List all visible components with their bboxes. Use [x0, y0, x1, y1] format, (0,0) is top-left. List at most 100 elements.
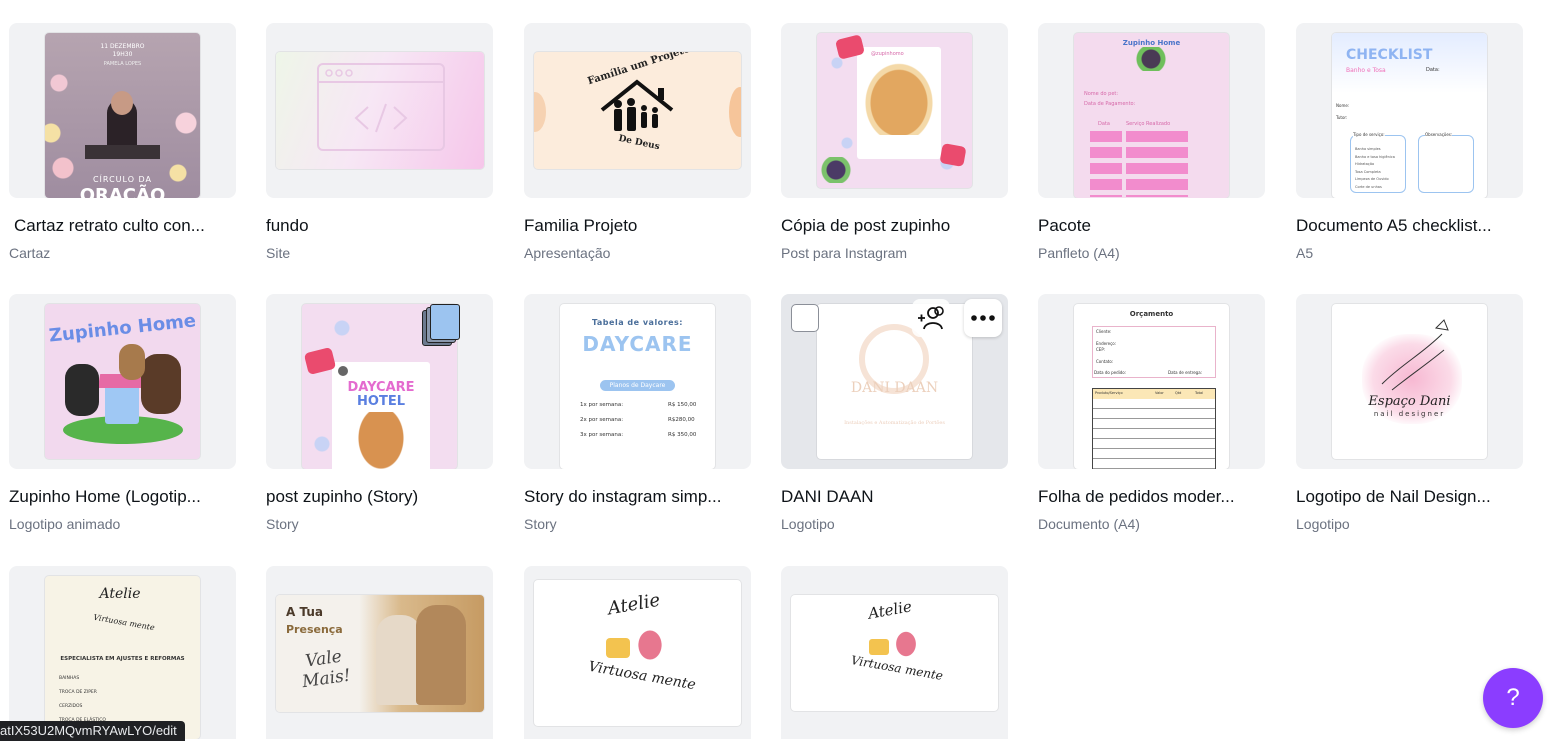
values-heading: Tabela de valores:	[591, 318, 684, 327]
design-title[interactable]: Cartaz retrato culto con...	[9, 216, 236, 236]
design-title[interactable]: Documento A5 checklist...	[1296, 216, 1523, 236]
design-title[interactable]: DANI DAAN	[781, 487, 1008, 507]
design-card[interactable]: CHECKLIST Banho e Tosa Data: Nome: Tutor…	[1296, 23, 1523, 262]
orcamento-heading: Orçamento	[1129, 310, 1174, 318]
design-card[interactable]: fundo Site	[266, 23, 493, 262]
design-thumbnail[interactable]: Espaço Dani nail designer	[1296, 294, 1523, 469]
design-card[interactable]: Tabela de valores: DAYCARE Planos de Day…	[524, 294, 751, 533]
pacote-brand: Zupinho Home	[1122, 39, 1181, 47]
heart-badge	[939, 143, 967, 167]
values-row-price: R$ 350,00	[668, 432, 697, 438]
design-thumbnail[interactable]: Zupinho Home	[9, 294, 236, 469]
add-collaborator-icon[interactable]	[912, 299, 950, 337]
dog-house	[105, 384, 139, 424]
help-label: ?	[1506, 684, 1520, 711]
design-title[interactable]: Zupinho Home (Logotip...	[9, 487, 236, 507]
design-type: Site	[266, 245, 291, 261]
design-thumbnail[interactable]: @zupinhomo	[781, 23, 1008, 198]
design-title[interactable]: Logotipo de Nail Design...	[1296, 487, 1523, 507]
atelie-script2: Virtuosa mente	[92, 612, 156, 633]
values-row-label: 2x por semana:	[580, 417, 624, 423]
design-card[interactable]: Zupinho Home Zupinho Home (Logotip... Lo…	[9, 294, 236, 533]
design-thumbnail[interactable]: 11 DEZEMBRO 19H30 PAMELA LOPES CÍRCULO D…	[9, 23, 236, 198]
pacote-logo	[1136, 47, 1166, 71]
dog	[141, 354, 181, 414]
design-card[interactable]: DANI DAAN Instalações e Automatização de…	[781, 294, 1008, 533]
speaker-head	[111, 91, 133, 115]
design-thumbnail[interactable]: Zupinho Home Nome do pet: Data de Pagame…	[1038, 23, 1265, 198]
design-card[interactable]: @zupinhomo Cópia de post zupinho Post pa…	[781, 23, 1008, 262]
hand-butterfly-icon	[1381, 319, 1449, 391]
design-thumbnail[interactable]: Atelie Virtuosa mente	[781, 566, 1008, 739]
checklist-tutor: Tutor:	[1336, 115, 1348, 120]
design-thumbnail[interactable]: DAYCARE HOTEL	[266, 294, 493, 469]
more-horizontal-icon[interactable]	[964, 299, 1002, 337]
atelie-script: Atelie	[866, 597, 914, 623]
design-card[interactable]: Atelie Virtuosa mente	[781, 566, 1008, 739]
pacote-table-col	[1126, 131, 1188, 197]
dog	[119, 344, 145, 380]
pacote-row1: Nome do pet:	[1084, 91, 1119, 97]
design-type: Cartaz	[9, 245, 51, 261]
design-card[interactable]: Família um Projeto De Deus Familia Proje…	[524, 23, 751, 262]
post-card: @zupinhomo	[857, 47, 941, 159]
checklist-items: Banho simples Banho e tosa higiênica Hidra…	[1355, 147, 1395, 189]
design-thumbnail[interactable]: Orçamento Cliente: Endereço: CEP: Contat…	[1038, 294, 1265, 469]
design-card[interactable]: Atelie Virtuosa mente ESPECIALISTA EM AJ…	[9, 566, 236, 739]
figure	[416, 605, 466, 705]
design-thumbnail[interactable]: Atelie Virtuosa mente	[524, 566, 751, 739]
dog	[65, 364, 99, 416]
design-type: Logotipo animado	[9, 516, 121, 532]
design-title[interactable]: fundo	[266, 216, 493, 236]
design-title[interactable]: Story do instagram simp...	[524, 487, 751, 507]
values-row-label: 3x por semana:	[580, 432, 624, 438]
pacote-col1: Data	[1098, 121, 1110, 127]
checklist-notes-box: Observações:	[1418, 132, 1474, 193]
design-thumbnail[interactable]	[266, 23, 493, 198]
poster-date: 11 DEZEMBRO	[100, 43, 145, 50]
design-thumbnail[interactable]: DANI DAAN Instalações e Automatização de…	[781, 294, 1008, 469]
dani-tagline: Instalações e Automatização de Portões	[844, 420, 945, 426]
poster-circle: CÍRCULO DA	[92, 175, 153, 184]
design-thumbnail[interactable]: Atelie Virtuosa mente ESPECIALISTA EM AJ…	[9, 566, 236, 739]
design-card[interactable]: Zupinho Home Nome do pet: Data de Pagame…	[1038, 23, 1265, 262]
values-row-price: R$ 150,00	[668, 402, 697, 408]
design-title[interactable]: post zupinho (Story)	[266, 487, 493, 507]
design-card[interactable]: Espaço Dani nail designer Logotipo de Na…	[1296, 294, 1523, 533]
checklist-header-bg	[1332, 33, 1487, 93]
design-card[interactable]: Orçamento Cliente: Endereço: CEP: Contat…	[1038, 294, 1265, 533]
values-row-price: R$280,00	[668, 417, 695, 423]
design-preview: Espaço Dani nail designer	[1332, 304, 1487, 459]
design-preview: Zupinho Home Nome do pet: Data de Pagame…	[1074, 33, 1229, 198]
design-preview: Atelie Virtuosa mente ESPECIALISTA EM AJ…	[45, 576, 200, 739]
values-big: DAYCARE	[582, 332, 693, 356]
design-preview: CHECKLIST Banho e Tosa Data: Nome: Tutor…	[1332, 33, 1487, 198]
design-title[interactable]: Folha de pedidos moder...	[1038, 487, 1265, 507]
code-icon	[317, 63, 445, 151]
select-checkbox[interactable]	[791, 304, 819, 332]
dog-photo	[863, 61, 935, 135]
sewing-machine-icon	[869, 639, 889, 655]
help-icon[interactable]: ?	[1483, 668, 1543, 728]
design-title[interactable]: Cópia de post zupinho	[781, 216, 1008, 236]
design-preview: Orçamento Cliente: Endereço: CEP: Contat…	[1074, 304, 1229, 469]
orcamento-orderdate: Data do pedido:	[1094, 370, 1127, 375]
design-thumbnail[interactable]: Família um Projeto De Deus	[524, 23, 751, 198]
design-title[interactable]: Pacote	[1038, 216, 1265, 236]
design-card[interactable]: A Tua Presença Vale Mais!	[266, 566, 493, 739]
design-type: Apresentação	[524, 245, 611, 261]
design-preview: Tabela de valores: DAYCARE Planos de Day…	[560, 304, 715, 469]
design-preview: A Tua Presença Vale Mais!	[276, 595, 484, 712]
design-card[interactable]: DAYCARE HOTEL post zupinho (Story) Story	[266, 294, 493, 533]
design-thumbnail[interactable]: CHECKLIST Banho e Tosa Data: Nome: Tutor…	[1296, 23, 1523, 198]
design-title[interactable]: Familia Projeto	[524, 216, 751, 236]
checklist-service-label: Tipo de serviço:	[1353, 132, 1385, 137]
design-type: Panfleto (A4)	[1038, 245, 1120, 261]
design-thumbnail[interactable]: A Tua Presença Vale Mais!	[266, 566, 493, 739]
family-house-icon	[600, 79, 674, 131]
design-card[interactable]: 11 DEZEMBRO 19H30 PAMELA LOPES CÍRCULO D…	[9, 23, 236, 262]
design-type: Logotipo	[781, 516, 835, 532]
design-thumbnail[interactable]: Tabela de valores: DAYCARE Planos de Day…	[524, 294, 751, 469]
design-card[interactable]: Atelie Virtuosa mente	[524, 566, 751, 739]
orcamento-delivery: Data de entrega:	[1168, 370, 1203, 375]
